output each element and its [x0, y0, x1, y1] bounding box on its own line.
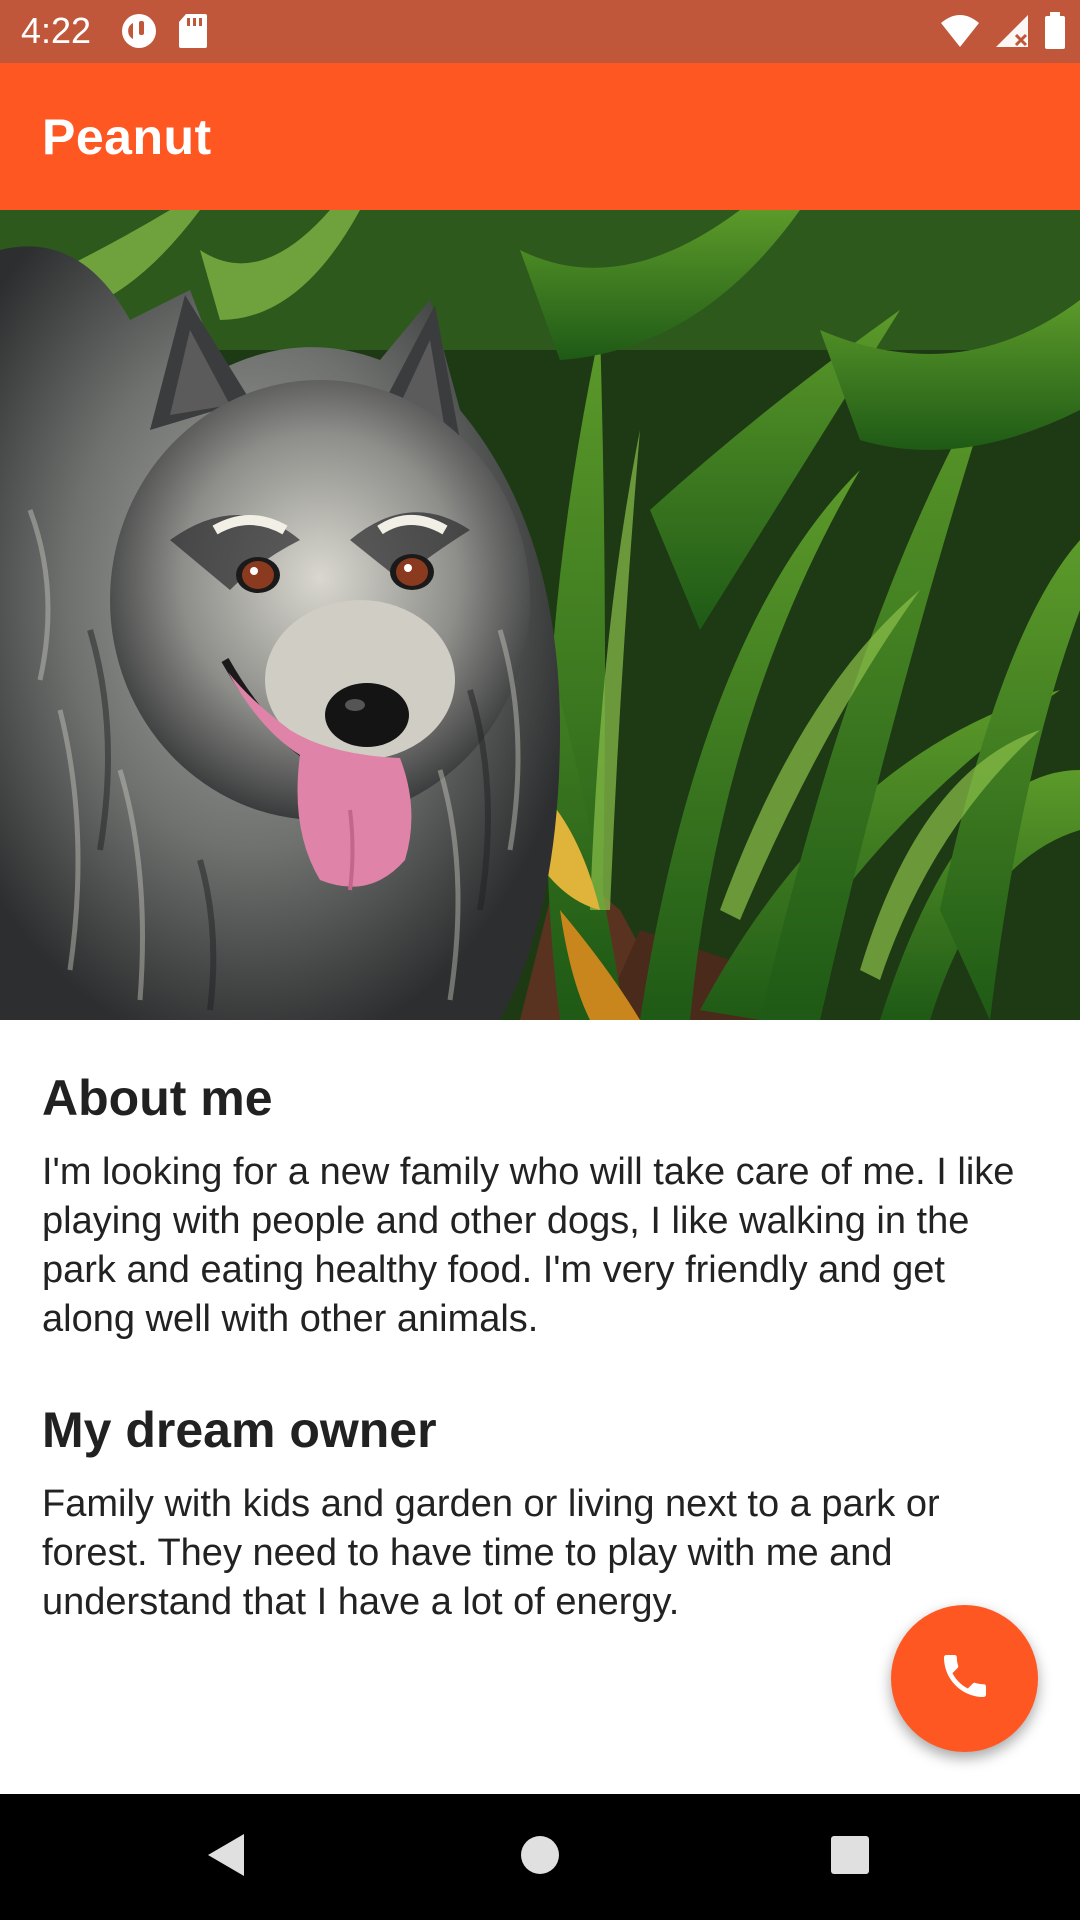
sd-card-icon — [178, 12, 208, 50]
status-left-icons — [120, 12, 208, 50]
wifi-icon — [940, 13, 980, 49]
home-icon — [519, 1834, 561, 1881]
status-bar: 4:22 — [0, 0, 1080, 63]
dream-owner-text: Family with kids and garden or living ne… — [42, 1483, 940, 1623]
about-me-heading: About me — [42, 1070, 273, 1126]
recents-button[interactable] — [815, 1822, 885, 1892]
sync-icon — [120, 12, 158, 50]
content: About me I'm looking for a new family wh… — [42, 1020, 1032, 1627]
battery-icon — [1044, 12, 1066, 50]
screen: 4:22 Peanut About me I'm looking for a n… — [0, 0, 1080, 1920]
home-button[interactable] — [505, 1822, 575, 1892]
navigation-bar — [0, 1794, 1080, 1920]
dog-photo — [0, 210, 1080, 1020]
app-bar: Peanut — [0, 63, 1080, 210]
recents-icon — [829, 1834, 871, 1881]
back-icon — [202, 1830, 248, 1885]
app-title: Peanut — [42, 109, 212, 165]
call-button[interactable] — [891, 1605, 1038, 1752]
dream-owner-heading: My dream owner — [42, 1402, 437, 1458]
back-button[interactable] — [190, 1822, 260, 1892]
phone-icon — [937, 1648, 993, 1709]
status-right-icons — [940, 12, 1066, 50]
about-me-text: I'm looking for a new family who will ta… — [42, 1151, 1015, 1340]
status-time: 4:22 — [21, 10, 92, 51]
cell-signal-icon — [994, 13, 1030, 49]
